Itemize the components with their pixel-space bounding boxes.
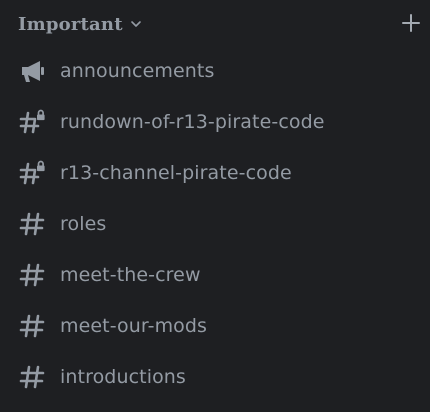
channel-meet-the-crew[interactable]: meet-the-crew [0,249,430,300]
hash-lock-icon [18,158,48,188]
channel-label: roles [60,212,107,235]
channel-roles[interactable]: roles [0,198,430,249]
channel-meet-our-mods[interactable]: meet-our-mods [0,300,430,351]
channel-label: meet-the-crew [60,263,201,286]
hash-icon [18,209,48,239]
channel-rundown-of-r13-pirate-code[interactable]: rundown-of-r13-pirate-code [0,96,430,147]
category-header[interactable]: Important [0,0,430,48]
hash-lock-icon [18,107,48,137]
megaphone-icon [18,56,48,86]
hash-icon [18,260,48,290]
chevron-down-icon [129,17,143,31]
channel-label: announcements [60,59,215,82]
channel-label: r13-channel-pirate-code [60,161,292,184]
hash-icon [18,362,48,392]
channel-list: announcements rundown-of-r13-pirate-code… [0,45,430,402]
channel-r13-channel-pirate-code[interactable]: r13-channel-pirate-code [0,147,430,198]
hash-icon [18,311,48,341]
channel-announcements[interactable]: announcements [0,45,430,96]
channel-label: meet-our-mods [60,314,208,337]
channel-introductions[interactable]: introductions [0,351,430,402]
channel-label: rundown-of-r13-pirate-code [60,110,325,133]
category-name: Important [18,13,123,35]
channel-label: introductions [60,365,186,388]
plus-icon[interactable] [400,12,422,34]
